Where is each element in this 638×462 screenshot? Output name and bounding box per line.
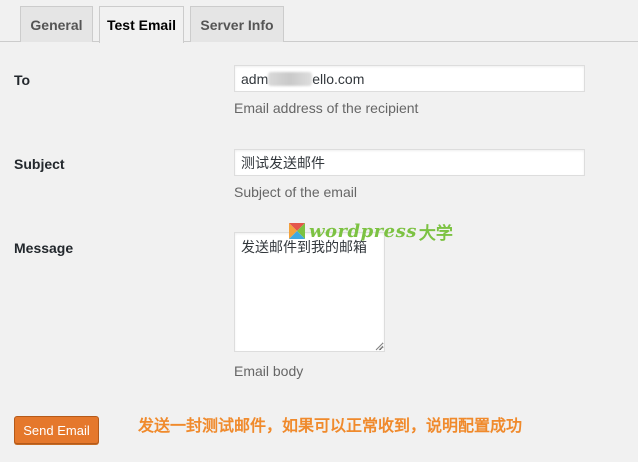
tab-bar: General Test Email Server Info — [0, 0, 638, 43]
message-description: Email body — [234, 363, 304, 379]
message-label: Message — [14, 240, 74, 256]
subject-description: Subject of the email — [234, 184, 357, 200]
to-email-suffix: ello.com — [312, 70, 365, 87]
to-email-prefix: adm — [241, 70, 269, 87]
subject-value: 测试发送邮件 — [241, 155, 325, 172]
redacted-blur — [268, 71, 313, 86]
tab-server-info[interactable]: Server Info — [190, 6, 284, 42]
resize-grip-icon[interactable] — [374, 341, 384, 351]
tab-test-email[interactable]: Test Email — [99, 6, 184, 43]
annotation-note: 发送一封测试邮件，如果可以正常收到，说明配置成功 — [138, 416, 523, 435]
subject-field[interactable]: 测试发送邮件 — [234, 149, 585, 176]
message-textarea[interactable]: 发送邮件到我的邮箱 — [234, 232, 385, 352]
to-description: Email address of the recipient — [234, 100, 419, 116]
tab-general[interactable]: General — [20, 6, 93, 42]
to-email-field[interactable]: adm ello.com — [234, 65, 585, 92]
send-email-button[interactable]: Send Email — [14, 416, 99, 444]
to-email-value: adm ello.com — [241, 71, 364, 87]
settings-page: General Test Email Server Info To adm ell… — [0, 0, 638, 462]
watermark-cn: 大学 — [418, 223, 453, 244]
to-label: To — [14, 72, 31, 88]
subject-label: Subject — [14, 156, 65, 172]
